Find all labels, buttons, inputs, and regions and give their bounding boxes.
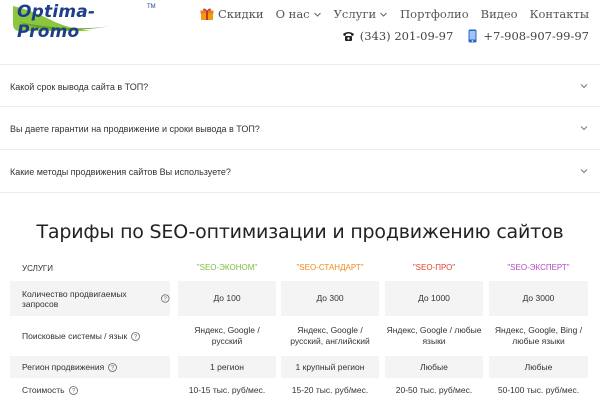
- phone-link[interactable]: (343) 201-09-97: [342, 29, 454, 43]
- cell-value: 10-15 тыс. руб/мес.: [188, 384, 266, 395]
- help-icon[interactable]: ?: [161, 294, 170, 303]
- site-header: Optima-Promo TM Скидки О нас Услуги Порт…: [0, 0, 600, 55]
- chevron-down-icon: [580, 126, 588, 131]
- nav-label-discounts: Скидки: [217, 7, 264, 21]
- plan-pro-header: "SEO-ПРО": [412, 263, 456, 272]
- cell-value: 1 регион: [178, 356, 276, 378]
- nav-label-portfolio: Портфолио: [400, 7, 469, 21]
- cell-value: Любые: [489, 356, 588, 378]
- logo-text: Optima-Promo: [17, 2, 96, 42]
- plan-expert-header: "SEO-ЭКСПЕРТ": [507, 263, 570, 272]
- tariffs-title: Тарифы по SEO-оптимизации и продвижению …: [36, 221, 564, 243]
- faq-question: Какие методы продвижения сайтов Вы испол…: [10, 167, 231, 177]
- cell-value: До 100: [178, 281, 276, 316]
- svg-text:?: ?: [164, 296, 167, 302]
- gift-icon: [200, 8, 214, 20]
- table-row: Поисковые системы / язык ? Яндекс, Googl…: [10, 318, 590, 354]
- cell-value: 20-50 тыс. руб/мес.: [395, 384, 473, 395]
- row-label-text: Количество продвигаемых запросов: [22, 288, 127, 309]
- row-label-engines: Поисковые системы / язык ?: [10, 318, 170, 354]
- chevron-down-icon: [380, 12, 387, 17]
- faq-item[interactable]: Вы даете гарантии на продвижение и сроки…: [0, 107, 600, 150]
- mobile-link[interactable]: +7-908-907-99-97: [467, 29, 589, 43]
- cell-value: 15-20 тыс. руб/мес.: [291, 384, 369, 395]
- row-label-text: Стоимость: [22, 385, 65, 395]
- cell-value: До 3000: [489, 281, 588, 316]
- mobile-number: +7-908-907-99-97: [483, 29, 589, 43]
- nav-item-services[interactable]: Услуги: [334, 7, 389, 21]
- cell-value: Яндекс, Google, Bing / любые языки: [494, 325, 583, 346]
- chevron-down-icon: [580, 84, 588, 89]
- main-nav: Скидки О нас Услуги Портфолио Видео Конт…: [200, 6, 589, 22]
- logo-tm: TM: [147, 4, 156, 10]
- plan-econom-header: "SEO-ЭКОНОМ": [196, 263, 258, 272]
- nav-item-contacts[interactable]: Контакты: [530, 7, 589, 21]
- cell-value: 50-100 тыс. руб/мес.: [497, 384, 580, 395]
- faq-item[interactable]: Какие методы продвижения сайтов Вы испол…: [0, 150, 600, 193]
- cell-value: 1 крупный регион: [281, 356, 379, 378]
- chevron-down-icon: [580, 169, 588, 174]
- chevron-down-icon: [313, 12, 321, 17]
- faq-list: Какой срок вывода сайта в ТОП? Вы даете …: [0, 64, 600, 193]
- nav-label-about: О нас: [275, 7, 310, 21]
- nav-label-video: Видео: [480, 7, 518, 21]
- phone-number: (343) 201-09-97: [359, 29, 454, 43]
- cell-value: Яндекс, Google / русский: [194, 325, 260, 346]
- cell-value: До 1000: [385, 281, 483, 316]
- header-contacts: (343) 201-09-97 +7-908-907-99-97: [342, 29, 589, 43]
- help-icon[interactable]: ?: [108, 362, 118, 372]
- svg-text:?: ?: [111, 365, 115, 371]
- faq-question: Какой срок вывода сайта в ТОП?: [10, 82, 149, 92]
- table-row: Количество продвигаемых запросов ? До 10…: [10, 281, 590, 316]
- row-label-price: Стоимость ?: [10, 381, 170, 399]
- mobile-phone-icon: [468, 29, 477, 43]
- table-row: Стоимость ? 10-15 тыс. руб/мес. 15-20 ты…: [10, 381, 590, 399]
- row-label-queries: Количество продвигаемых запросов ?: [10, 281, 170, 316]
- services-header: УСЛУГИ: [22, 263, 54, 273]
- nav-item-about[interactable]: О нас: [276, 7, 322, 21]
- row-label-region: Регион продвижения ?: [10, 356, 170, 378]
- help-icon[interactable]: ?: [131, 331, 141, 341]
- row-label-text: Поисковые системы / язык: [22, 331, 128, 341]
- nav-item-video[interactable]: Видео: [481, 7, 518, 21]
- nav-label-services: Услуги: [333, 7, 377, 21]
- table-row: Регион продвижения ? 1 регион 1 крупный …: [10, 356, 590, 378]
- table-header-row: УСЛУГИ "SEO-ЭКОНОМ" "SEO-СТАНДАРТ" "SEO-…: [10, 257, 590, 279]
- svg-text:?: ?: [71, 388, 75, 394]
- faq-item[interactable]: Какой срок вывода сайта в ТОП?: [0, 64, 600, 107]
- cell-value: Яндекс, Google / любые языки: [386, 325, 482, 346]
- cell-value: До 300: [281, 281, 379, 316]
- cell-value: Любые: [385, 356, 483, 378]
- svg-text:?: ?: [134, 334, 138, 340]
- nav-item-discounts[interactable]: Скидки: [200, 7, 264, 21]
- nav-label-contacts: Контакты: [529, 7, 589, 21]
- phone-icon: [342, 31, 354, 41]
- plan-standart-header: "SEO-СТАНДАРТ": [296, 263, 364, 272]
- cell-value: Яндекс, Google / русский, английский: [290, 325, 370, 346]
- row-label-text: Регион продвижения: [22, 362, 105, 372]
- nav-item-portfolio[interactable]: Портфолио: [400, 7, 469, 21]
- help-icon[interactable]: ?: [68, 385, 78, 395]
- faq-question: Вы даете гарантии на продвижение и сроки…: [10, 124, 260, 134]
- logo[interactable]: Optima-Promo TM: [11, 2, 156, 42]
